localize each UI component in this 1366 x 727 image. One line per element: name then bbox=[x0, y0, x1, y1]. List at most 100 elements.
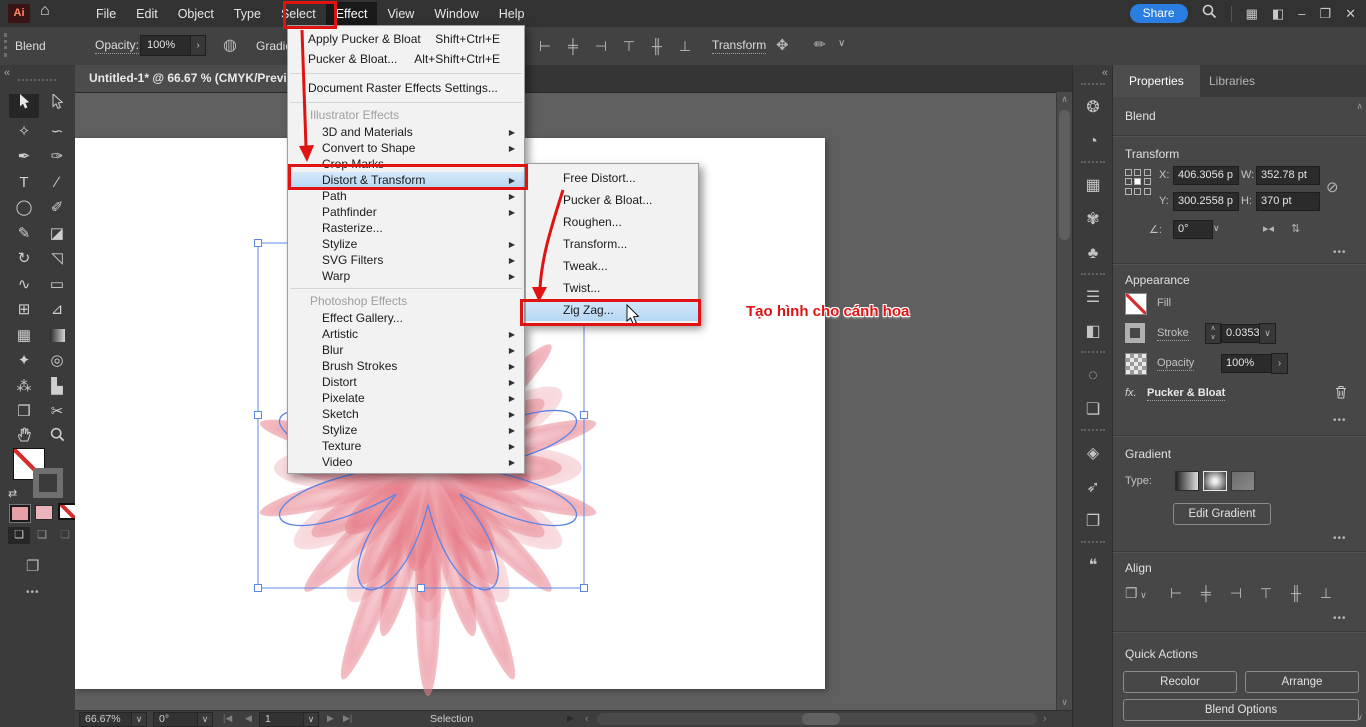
menu-type[interactable]: Type bbox=[224, 2, 271, 26]
panel-group-drag-handle[interactable] bbox=[1081, 541, 1105, 549]
minimize-button[interactable]: – bbox=[1298, 6, 1305, 21]
rotate-tool[interactable]: ↻ bbox=[9, 247, 39, 271]
blend-options-button[interactable]: Blend Options bbox=[1123, 699, 1359, 721]
zoom-level-select[interactable]: 66.67% bbox=[79, 712, 135, 727]
color-button[interactable] bbox=[10, 505, 30, 522]
gradient-button[interactable] bbox=[35, 505, 53, 520]
menu-item-blur[interactable]: Blur▶ bbox=[288, 342, 524, 358]
panel-scroll-up-icon[interactable]: ∧ bbox=[1356, 101, 1363, 112]
document-tab[interactable]: Untitled-1* @ 66.67 % (CMYK/Preview) bbox=[75, 65, 323, 92]
align-bottom-icon[interactable]: ⊥ bbox=[674, 36, 696, 56]
graphic-styles-icon[interactable]: ❏ bbox=[1073, 393, 1113, 427]
gradient-more-icon[interactable]: ••• bbox=[1333, 533, 1347, 544]
draw-inside-mode-button[interactable]: ❏ bbox=[54, 527, 76, 544]
perspective-grid-tool[interactable]: ⊿ bbox=[42, 298, 72, 322]
menu-item-pathfinder[interactable]: Pathfinder▶ bbox=[288, 204, 524, 220]
align-v-center-icon[interactable]: ╫ bbox=[1285, 583, 1307, 603]
edit-gradient-button[interactable]: Edit Gradient bbox=[1173, 503, 1271, 525]
gradient-tool[interactable] bbox=[42, 324, 72, 348]
collapse-panels-icon[interactable]: « bbox=[1102, 67, 1108, 79]
artboards-icon[interactable]: ❐ bbox=[1073, 505, 1113, 539]
w-input[interactable]: 352.78 pt bbox=[1256, 166, 1320, 185]
align-bottom-icon[interactable]: ⊥ bbox=[1315, 583, 1337, 603]
magic-wand-tool[interactable]: ✧ bbox=[9, 120, 39, 144]
menu-item-brush-strokes[interactable]: Brush Strokes▶ bbox=[288, 358, 524, 374]
line-segment-tool[interactable]: ∕ bbox=[42, 171, 72, 195]
align-right-icon[interactable]: ⊣ bbox=[1225, 583, 1247, 603]
comments-icon[interactable]: ❝ bbox=[1073, 549, 1113, 583]
selection-handle[interactable] bbox=[255, 240, 262, 247]
menu-item-stylize[interactable]: Stylize▶ bbox=[288, 422, 524, 438]
menu-item-pixelate[interactable]: Pixelate▶ bbox=[288, 390, 524, 406]
free-transform-tool[interactable]: ▭ bbox=[42, 273, 72, 297]
curvature-tool[interactable]: ✑ bbox=[42, 145, 72, 169]
last-artboard-icon[interactable]: ▶| bbox=[343, 713, 352, 724]
submenu-item-roughen[interactable]: Roughen... bbox=[526, 211, 698, 233]
h-input[interactable]: 370 pt bbox=[1256, 192, 1320, 211]
blend-tool[interactable]: ◎ bbox=[42, 349, 72, 373]
recolor-artwork-icon[interactable]: ◍ bbox=[223, 35, 237, 55]
menu-item-sketch[interactable]: Sketch▶ bbox=[288, 406, 524, 422]
toolbar-more-icon[interactable]: ••• bbox=[26, 587, 40, 598]
paintbrush-tool[interactable]: ✐ bbox=[42, 196, 72, 220]
stroke-chevron-icon[interactable]: ∨ bbox=[1259, 323, 1276, 344]
menu-item-distort[interactable]: Distort▶ bbox=[288, 374, 524, 390]
opacity-panel-label[interactable]: Opacity bbox=[1157, 357, 1194, 371]
submenu-item-transform[interactable]: Transform... bbox=[526, 233, 698, 255]
tab-properties[interactable]: Properties bbox=[1113, 65, 1200, 97]
screen-mode-icon[interactable]: ❐ bbox=[26, 557, 39, 575]
hscroll-right-icon[interactable]: › bbox=[1043, 713, 1047, 725]
transparency-icon[interactable]: ◧ bbox=[1073, 315, 1113, 349]
width-tool[interactable]: ∿ bbox=[9, 273, 39, 297]
menu-item-distort-transform[interactable]: Distort & Transform▶ bbox=[288, 172, 524, 188]
selection-handle[interactable] bbox=[255, 585, 262, 592]
align-top-icon[interactable]: ⊤ bbox=[1255, 583, 1277, 603]
type-tool[interactable]: T bbox=[9, 171, 39, 195]
panel-layout-icon[interactable]: ◧ bbox=[1272, 6, 1284, 22]
align-left-icon[interactable]: ⊢ bbox=[534, 36, 556, 56]
swap-fill-stroke-icon[interactable]: ⇄ bbox=[8, 487, 17, 500]
artboard-tool[interactable]: ❒ bbox=[9, 400, 39, 424]
selection-handle[interactable] bbox=[581, 585, 588, 592]
transform-more-icon[interactable]: ••• bbox=[1333, 247, 1347, 258]
draw-normal-mode-button[interactable]: ❏ bbox=[8, 527, 30, 544]
align-left-icon[interactable]: ⊢ bbox=[1165, 583, 1187, 603]
delete-effect-icon[interactable] bbox=[1335, 385, 1347, 404]
panel-group-drag-handle[interactable] bbox=[1081, 429, 1105, 437]
horizontal-scrollbar[interactable] bbox=[597, 713, 1037, 725]
eyedropper-tool[interactable]: ✦ bbox=[9, 349, 39, 373]
menu-select[interactable]: Select bbox=[271, 2, 326, 26]
mesh-tool[interactable]: ▦ bbox=[9, 324, 39, 348]
scale-tool[interactable]: ◹ bbox=[42, 247, 72, 271]
export-icon[interactable]: ➶ bbox=[1073, 471, 1113, 505]
menu-view[interactable]: View bbox=[377, 2, 424, 26]
transform-again-icon[interactable]: ✥ bbox=[776, 36, 789, 54]
submenu-item-tweak[interactable]: Tweak... bbox=[526, 255, 698, 277]
home-icon[interactable]: ⌂ bbox=[40, 2, 50, 20]
shape-mode-icon[interactable]: ✏ bbox=[814, 36, 826, 53]
swatches-icon[interactable]: ▦ bbox=[1073, 169, 1113, 203]
previous-artboard-icon[interactable]: ◀ bbox=[245, 713, 252, 724]
menu-edit[interactable]: Edit bbox=[126, 2, 168, 26]
hscroll-left-icon[interactable]: ‹ bbox=[585, 713, 589, 725]
transform-link[interactable]: Transform bbox=[712, 38, 766, 54]
zoom-chevron-icon[interactable]: ∨ bbox=[131, 712, 147, 727]
hand-tool[interactable] bbox=[9, 426, 39, 450]
share-button[interactable]: Share bbox=[1130, 4, 1188, 23]
panel-group-drag-handle[interactable] bbox=[1081, 351, 1105, 359]
rotation-chevron-icon[interactable]: ∨ bbox=[197, 712, 213, 727]
menu-item-svg-filters[interactable]: SVG Filters▶ bbox=[288, 252, 524, 268]
color-panel-icon[interactable]: ❂ bbox=[1073, 91, 1113, 125]
linear-gradient-swatch[interactable] bbox=[1175, 471, 1199, 491]
align-v-center-icon[interactable]: ╫ bbox=[646, 36, 668, 56]
menu-item-artistic[interactable]: Artistic▶ bbox=[288, 326, 524, 342]
direct-selection-tool[interactable] bbox=[42, 94, 72, 118]
align-top-icon[interactable]: ⊤ bbox=[618, 36, 640, 56]
selection-handle[interactable] bbox=[255, 412, 262, 419]
menu-file[interactable]: File bbox=[86, 2, 126, 26]
panel-drag-handle[interactable] bbox=[4, 33, 7, 57]
color-guide-icon[interactable]: ◔ bbox=[1073, 125, 1113, 159]
stroke-color-indicator[interactable] bbox=[33, 468, 63, 498]
constrain-proportions-icon[interactable]: ⊘ bbox=[1326, 178, 1339, 196]
submenu-item-free-distort[interactable]: Free Distort... bbox=[526, 167, 698, 189]
